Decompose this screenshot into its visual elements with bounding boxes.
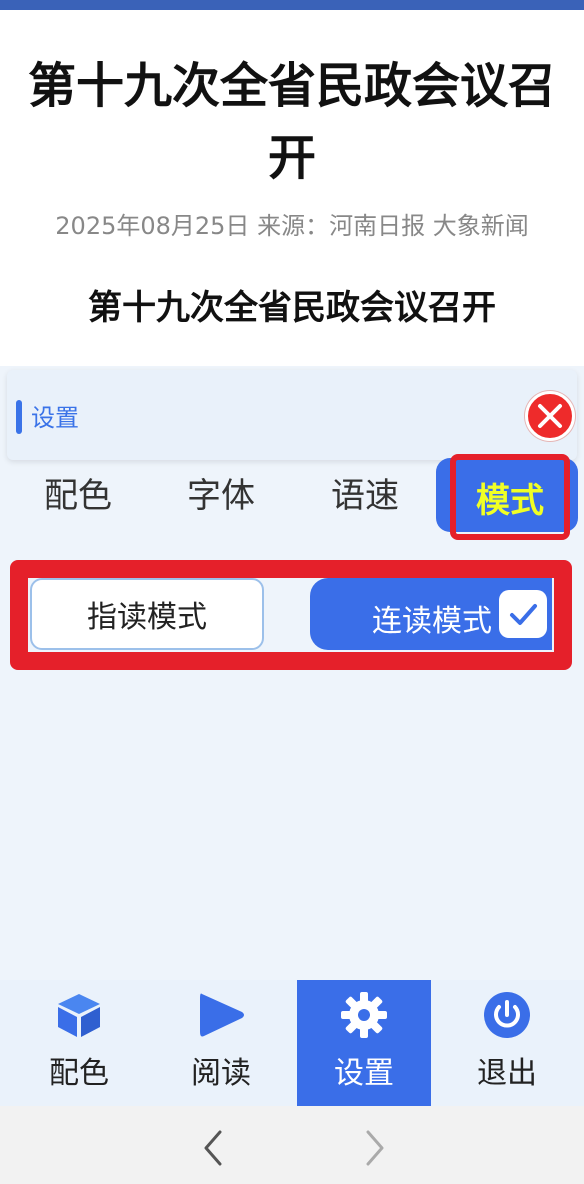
tab-mode-label: 模式 xyxy=(472,472,548,522)
tab-speech-rate[interactable]: 语速 xyxy=(294,452,436,532)
nav-item-exit[interactable]: 退出 xyxy=(436,980,578,1106)
nav-item-settings[interactable]: 设置 xyxy=(297,980,431,1106)
settings-header-label: 设置 xyxy=(31,404,79,432)
article-subtitle: 第十九次全省民政会议召开 xyxy=(88,288,496,328)
article-meta: 2025年08月25日 来源：河南日报 大象新闻 xyxy=(55,212,529,240)
gear-icon xyxy=(341,992,387,1038)
tab-color-scheme[interactable]: 配色 xyxy=(8,452,148,532)
continuous-read-mode-label: 连读模式 xyxy=(372,604,492,639)
continuous-read-mode-button[interactable]: 连读模式 xyxy=(310,578,552,650)
nav-item-color-scheme[interactable]: 配色 xyxy=(8,980,150,1106)
close-icon xyxy=(538,404,562,428)
finger-read-mode-button[interactable]: 指读模式 xyxy=(30,578,264,650)
selected-checkbox xyxy=(499,590,547,638)
chevron-right-icon[interactable] xyxy=(360,1128,390,1168)
settings-header-marker xyxy=(16,400,22,434)
nav-item-label: 设置 xyxy=(334,1056,394,1091)
power-icon xyxy=(484,992,530,1038)
settings-header: 设置 xyxy=(7,370,577,460)
cube-icon xyxy=(58,994,100,1037)
chevron-left-icon[interactable] xyxy=(198,1128,228,1168)
top-accent-bar xyxy=(0,0,584,10)
settings-panel: 设置 配色 字体 语速 模式 指读模式 连读模式 xyxy=(0,366,584,980)
tab-font[interactable]: 字体 xyxy=(150,452,292,532)
nav-item-label: 阅读 xyxy=(191,1056,251,1091)
article-title: 第十九次全省民政会议召开 xyxy=(27,58,556,186)
checkmark-icon xyxy=(510,604,537,625)
nav-item-label: 退出 xyxy=(477,1056,537,1091)
system-nav-bar xyxy=(0,1106,584,1184)
close-button[interactable] xyxy=(525,391,575,441)
bottom-nav: 配色 阅读 设置 退出 xyxy=(0,980,584,1106)
tab-mode[interactable]: 模式 xyxy=(450,454,570,540)
nav-item-read[interactable]: 阅读 xyxy=(150,980,292,1106)
play-icon xyxy=(200,993,244,1037)
nav-item-label: 配色 xyxy=(49,1056,109,1091)
